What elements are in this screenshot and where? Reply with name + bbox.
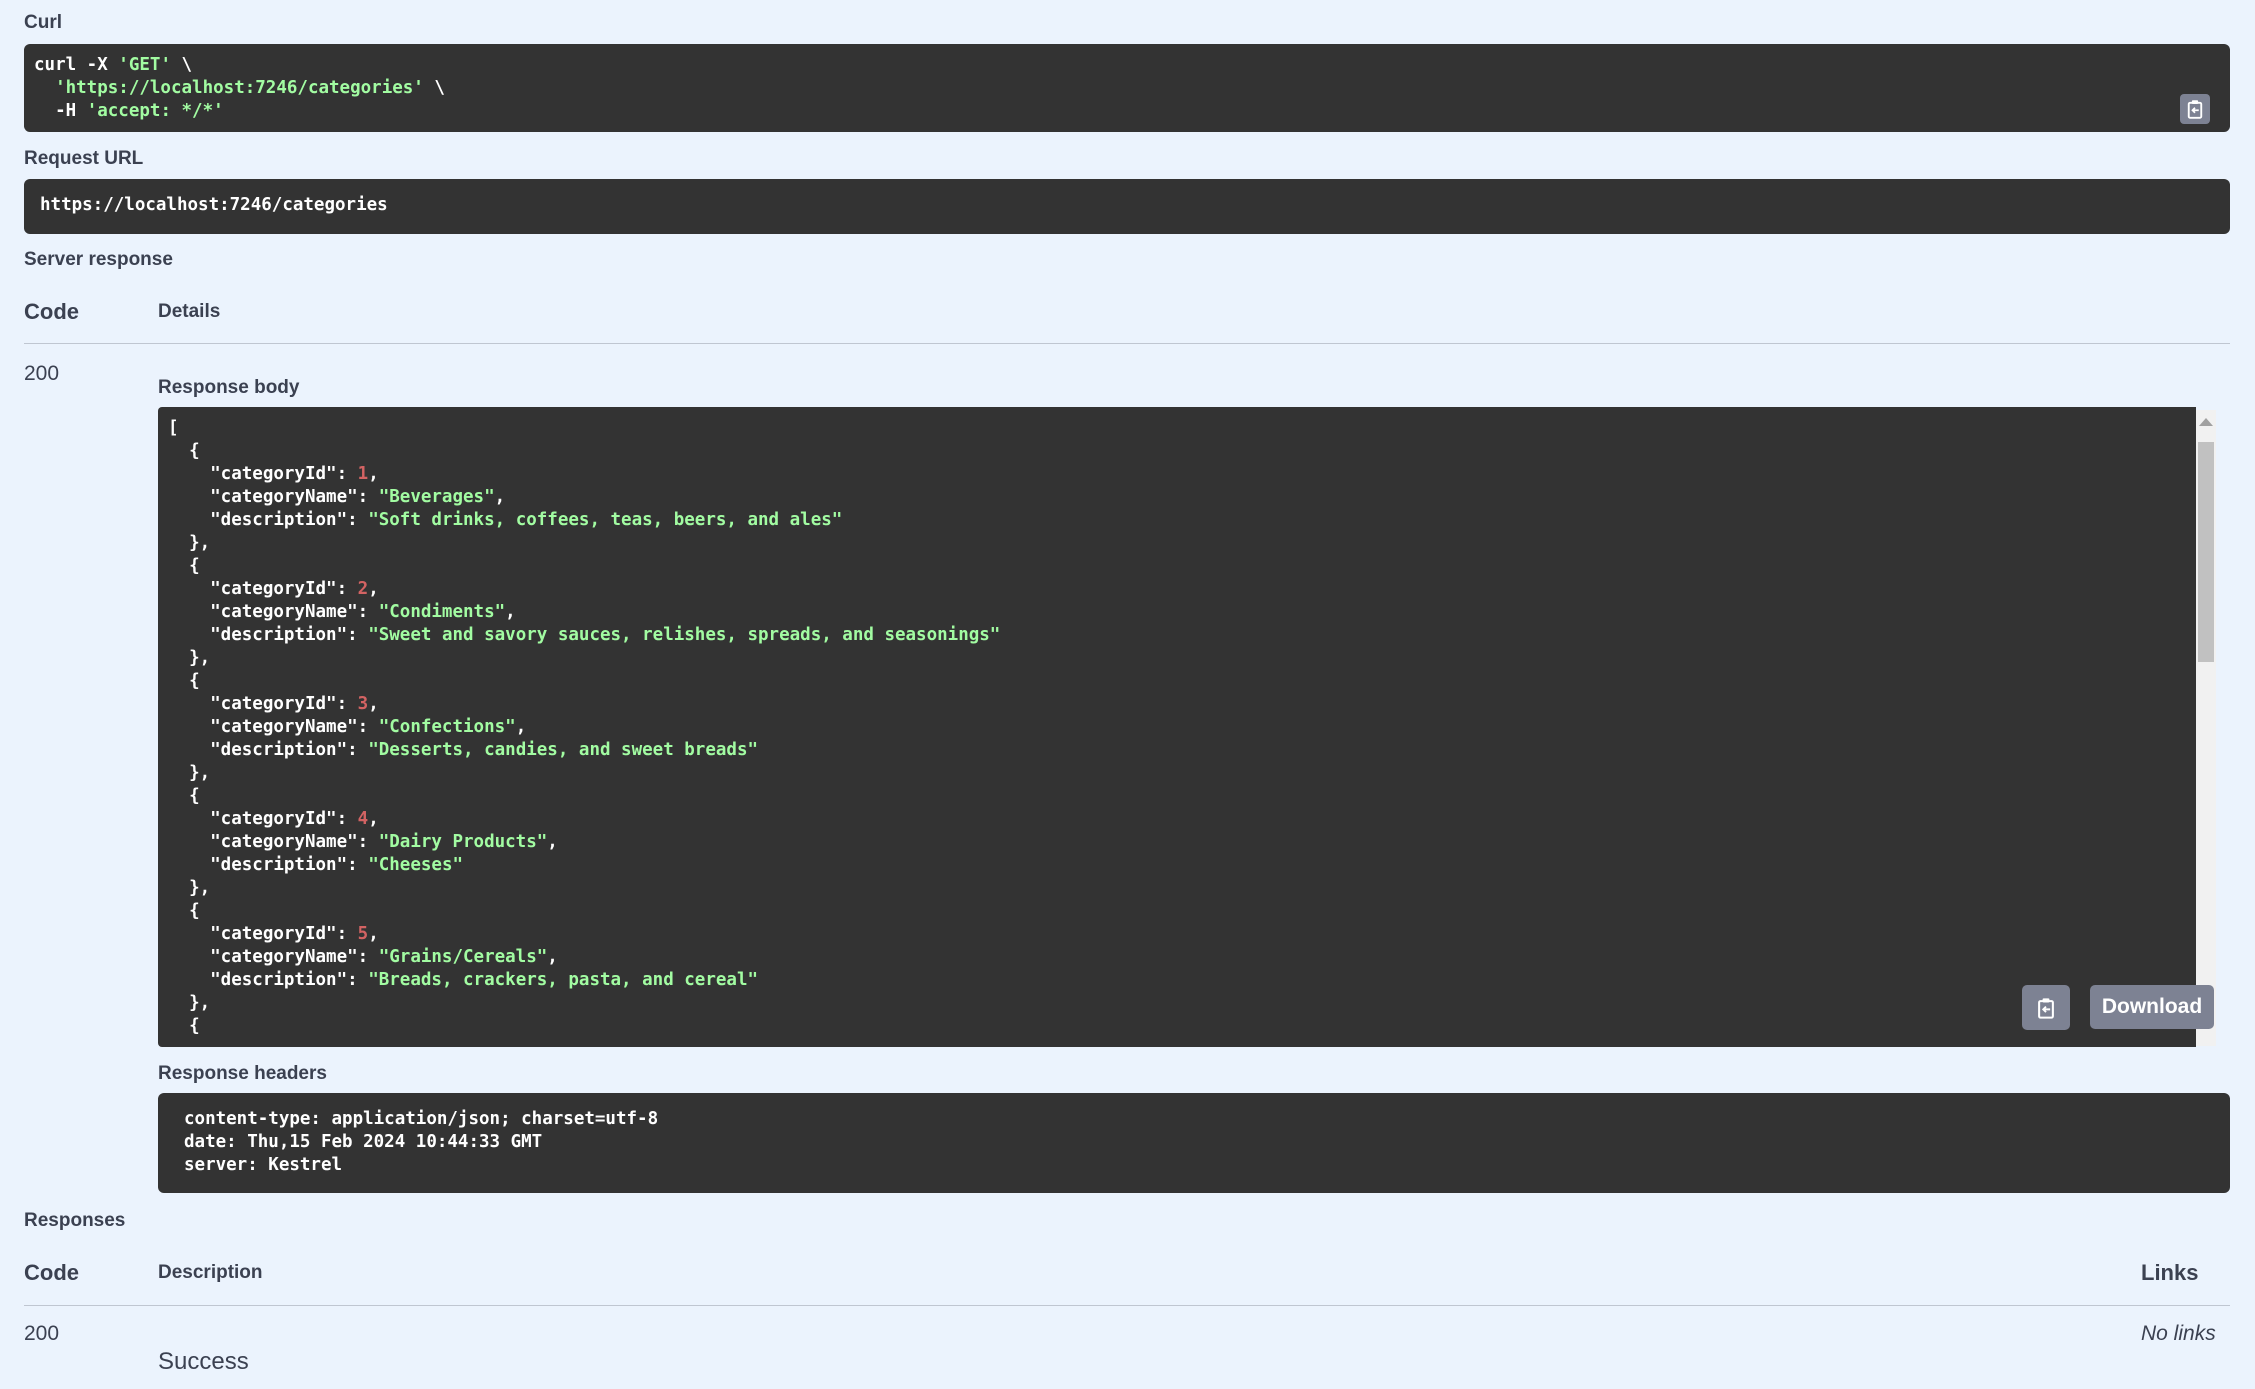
response-body-box[interactable]: [ { "categoryId": 1, "categoryName": "Be… <box>158 407 2196 1047</box>
json-line: }, <box>168 648 211 668</box>
download-button[interactable]: Download <box>2090 985 2214 1029</box>
category-name-value: "Dairy Products" <box>378 832 548 852</box>
json-line: "categoryId": 2, <box>168 579 379 599</box>
copy-response-body-button[interactable] <box>2022 985 2070 1030</box>
category-id-value: 3 <box>357 694 369 714</box>
json-line: [ <box>168 418 179 438</box>
json-line: "categoryId": 3, <box>168 694 379 714</box>
responses-code: 200 <box>24 1322 60 1345</box>
json-line: }, <box>168 763 211 783</box>
json-line: "categoryName": "Beverages", <box>168 487 506 507</box>
category-name-value: "Grains/Cereals" <box>378 947 548 967</box>
json-line: { <box>168 786 200 806</box>
responses-code-header: Code <box>24 1260 79 1285</box>
clipboard-icon <box>2038 997 2054 1019</box>
request-url-box[interactable]: https://localhost:7246/categories <box>24 179 2230 234</box>
json-line: "categoryName": "Grains/Cereals", <box>168 947 558 967</box>
category-description-value: "Soft drinks, coffees, teas, beers, and … <box>368 510 843 530</box>
json-line: { <box>168 671 200 691</box>
responses-label: Responses <box>24 1210 126 1231</box>
category-name-value: "Condiments" <box>378 602 506 622</box>
json-line: }, <box>168 878 211 898</box>
json-line: "categoryName": "Dairy Products", <box>168 832 558 852</box>
curl-label: Curl <box>24 12 62 33</box>
curl-command-box[interactable]: curl -X 'GET' \ 'https://localhost:7246/… <box>24 44 2230 132</box>
server-response-code-header: Code <box>24 299 79 324</box>
category-description-value: "Breads, crackers, pasta, and cereal" <box>368 970 759 990</box>
request-url-label: Request URL <box>24 148 144 169</box>
category-id-value: 5 <box>357 924 369 944</box>
response-header-content-type: content-type: application/json; charset=… <box>184 1109 659 1129</box>
json-line: "categoryId": 5, <box>168 924 379 944</box>
server-response-divider <box>24 343 2230 344</box>
responses-description-header: Description <box>158 1262 263 1283</box>
response-headers-label: Response headers <box>158 1063 327 1084</box>
responses-description: Success <box>158 1348 249 1375</box>
responses-links: No links <box>2141 1322 2216 1345</box>
category-id-value: 1 <box>357 464 369 484</box>
copy-curl-button[interactable] <box>2180 94 2210 124</box>
json-line: "categoryId": 1, <box>168 464 379 484</box>
json-line: "description": "Cheeses" <box>168 855 464 875</box>
category-id-value: 4 <box>357 809 369 829</box>
json-line: { <box>168 1016 200 1036</box>
category-name-value: "Beverages" <box>378 487 495 507</box>
json-line: }, <box>168 533 211 553</box>
server-response-details-header: Details <box>158 301 221 322</box>
server-response-code: 200 <box>24 362 60 385</box>
response-header-server: server: Kestrel <box>184 1155 343 1175</box>
curl-line-3: -H 'accept: */*' <box>55 101 224 121</box>
json-line: "description": "Desserts, candies, and s… <box>168 740 759 760</box>
category-description-value: "Sweet and savory sauces, relishes, spre… <box>368 625 1001 645</box>
json-line: { <box>168 901 200 921</box>
category-description-value: "Desserts, candies, and sweet breads" <box>368 740 759 760</box>
json-line: }, <box>168 993 211 1013</box>
json-line: { <box>168 441 200 461</box>
json-line: "description": "Sweet and savory sauces,… <box>168 625 1001 645</box>
curl-line-2: 'https://localhost:7246/categories' \ <box>55 78 445 98</box>
category-description-value: "Cheeses" <box>368 855 464 875</box>
response-header-date: date: Thu,15 Feb 2024 10:44:33 GMT <box>184 1132 543 1152</box>
response-body-scroll-thumb[interactable] <box>2198 442 2214 662</box>
curl-line-1: curl -X 'GET' \ <box>34 55 193 75</box>
scroll-up-arrow-icon[interactable] <box>2199 418 2213 426</box>
response-body-json: [ { "categoryId": 1, "categoryName": "Be… <box>168 417 1000 1038</box>
json-line: { <box>168 556 200 576</box>
json-line: "categoryId": 4, <box>168 809 379 829</box>
json-line: "description": "Soft drinks, coffees, te… <box>168 510 843 530</box>
category-name-value: "Confections" <box>378 717 516 737</box>
response-headers-box[interactable]: content-type: application/json; charset=… <box>158 1093 2230 1193</box>
json-line: "categoryName": "Confections", <box>168 717 527 737</box>
json-line: "description": "Breads, crackers, pasta,… <box>168 970 759 990</box>
responses-links-header: Links <box>2141 1260 2199 1285</box>
server-response-label: Server response <box>24 249 173 270</box>
clipboard-icon <box>2187 100 2203 119</box>
category-id-value: 2 <box>357 579 369 599</box>
json-line: "categoryName": "Condiments", <box>168 602 516 622</box>
response-body-label: Response body <box>158 377 300 398</box>
request-url-value: https://localhost:7246/categories <box>40 195 388 215</box>
responses-divider <box>24 1305 2230 1306</box>
